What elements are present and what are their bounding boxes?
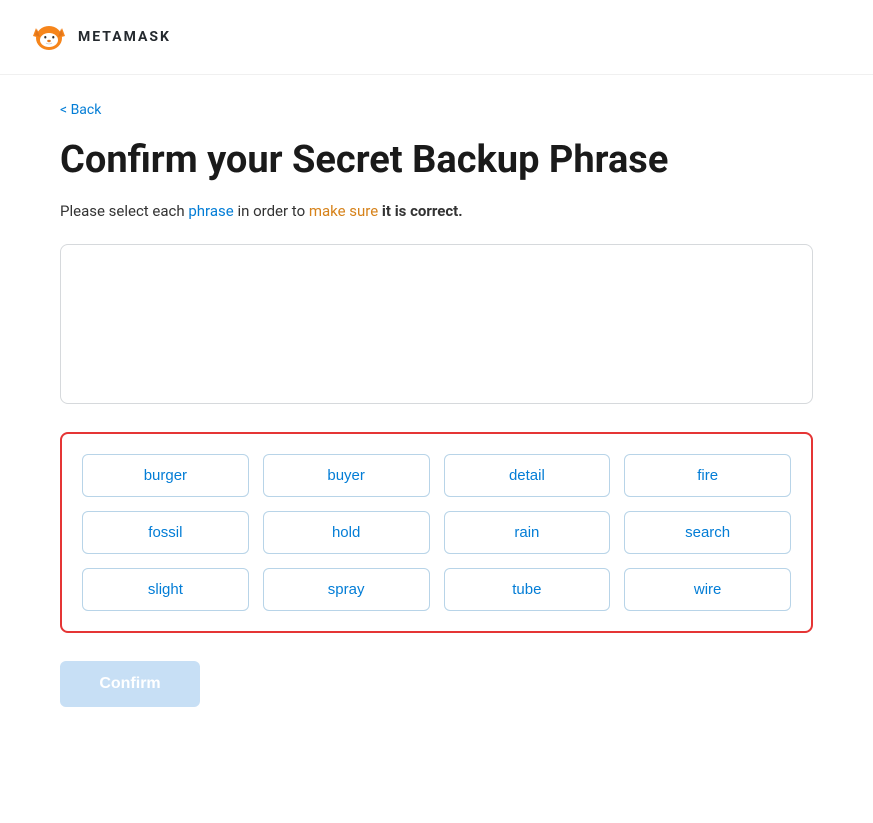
back-link[interactable]: < Back (60, 102, 101, 118)
word-choice-btn[interactable]: tube (444, 568, 611, 611)
subtitle-make-sure: make sure (309, 202, 378, 220)
word-choice-btn[interactable]: slight (82, 568, 249, 611)
subtitle-phrase: phrase (188, 202, 233, 220)
logo-text: METAMASK (78, 29, 171, 45)
phrase-display-box (60, 244, 813, 404)
word-choice-btn[interactable]: rain (444, 511, 611, 554)
page-title: Confirm your Secret Backup Phrase (60, 138, 813, 184)
app-header: METAMASK (0, 0, 873, 75)
word-choice-btn[interactable]: wire (624, 568, 791, 611)
word-choice-btn[interactable]: buyer (263, 454, 430, 497)
main-content: < Back Confirm your Secret Backup Phrase… (0, 75, 873, 747)
word-choice-btn[interactable]: spray (263, 568, 430, 611)
word-choice-btn[interactable]: search (624, 511, 791, 554)
word-choice-btn[interactable]: hold (263, 511, 430, 554)
word-choice-btn[interactable]: fire (624, 454, 791, 497)
word-choices-container: burger buyer detail fire fossil hold rain searc… (60, 432, 813, 633)
word-choice-btn[interactable]: fossil (82, 511, 249, 554)
subtitle-middle: in order to (234, 202, 309, 220)
word-choice-btn[interactable]: detail (444, 454, 611, 497)
metamask-logo-icon (30, 18, 68, 56)
word-choice-btn[interactable]: burger (82, 454, 249, 497)
subtitle-before: Please select each (60, 202, 188, 220)
subtitle: Please select each phrase in order to ma… (60, 202, 813, 220)
subtitle-after: it is correct. (378, 202, 462, 220)
confirm-button[interactable]: Confirm (60, 661, 200, 707)
